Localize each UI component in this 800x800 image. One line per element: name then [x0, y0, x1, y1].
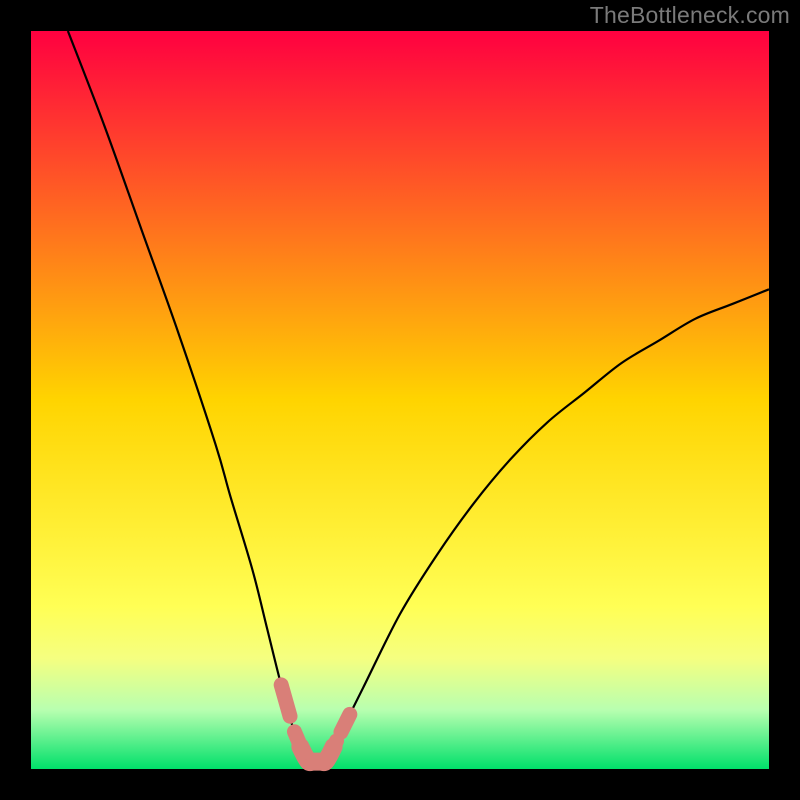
plot-area — [31, 31, 769, 769]
bottleneck-chart — [0, 0, 800, 800]
chart-frame: TheBottleneck.com — [0, 0, 800, 800]
